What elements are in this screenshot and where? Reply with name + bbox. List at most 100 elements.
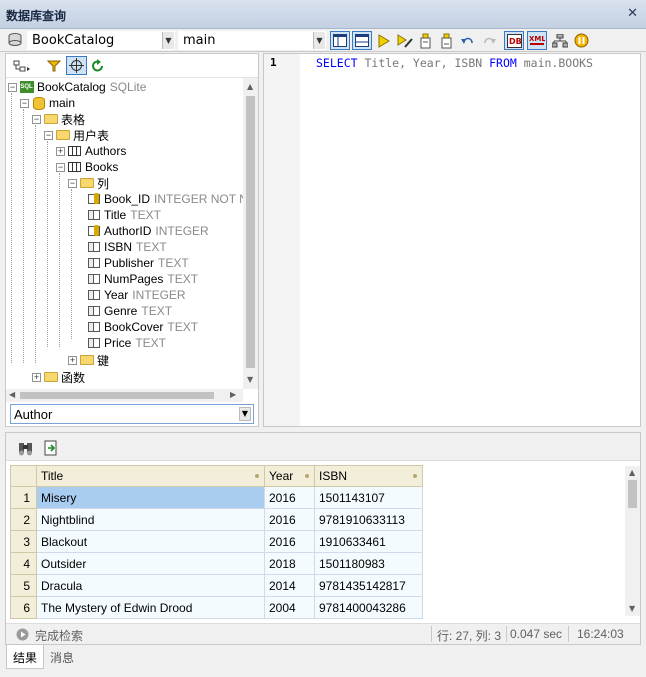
tree-node-schema[interactable]: − main	[20, 95, 75, 111]
column-header-title[interactable]: Title	[36, 465, 265, 487]
find-icon[interactable]	[18, 440, 34, 456]
tree-node-column[interactable]: Title TEXT	[86, 207, 161, 223]
schema-select[interactable]: main ▼	[178, 31, 326, 50]
results-vertical-scrollbar[interactable]: ▲ ▼	[625, 466, 640, 616]
cell-title[interactable]: Outsider	[36, 552, 265, 575]
cell-title[interactable]: Dracula	[36, 574, 265, 597]
tree-node-column[interactable]: Year INTEGER	[86, 287, 186, 303]
cell-year[interactable]: 2014	[264, 574, 315, 597]
insert-script-button[interactable]	[437, 31, 457, 50]
tree-node-functions[interactable]: + 函数	[32, 369, 85, 385]
locate-icon[interactable]	[66, 56, 87, 75]
tree-horizontal-scrollbar[interactable]: ◀ ▶	[6, 389, 243, 402]
cell-year[interactable]: 2018	[264, 552, 315, 575]
insert-statement-button[interactable]	[416, 31, 436, 50]
sort-indicator-icon[interactable]	[255, 474, 259, 478]
toggle-browser-button[interactable]	[330, 31, 350, 50]
tab-results[interactable]: 结果	[6, 645, 45, 669]
cell-year[interactable]: 2016	[264, 508, 315, 531]
tree-node-column[interactable]: AuthorID INTEGER	[86, 223, 209, 239]
tree-node-column[interactable]: ISBN TEXT	[86, 239, 167, 255]
stop-button[interactable]	[571, 31, 591, 50]
tree-vertical-scrollbar[interactable]: ▲ ▼	[243, 78, 258, 389]
collapse-icon[interactable]: −	[68, 178, 77, 188]
execute-edit-button[interactable]	[395, 31, 415, 50]
cell-year[interactable]: 2016	[264, 530, 315, 553]
table-row[interactable]: 2 Nightblind 2016 9781910633113	[10, 508, 423, 531]
network-button[interactable]	[550, 31, 570, 50]
scroll-down-icon[interactable]: ▼	[247, 375, 253, 384]
chevron-down-icon[interactable]: ▼	[313, 32, 325, 49]
cell-isbn[interactable]: 9781435142817	[314, 574, 423, 597]
scroll-left-icon[interactable]: ◀	[9, 390, 15, 399]
tree-node-columns[interactable]: − 列	[68, 175, 109, 191]
tree-node-tables[interactable]: − 表格	[32, 111, 85, 127]
chevron-down-icon[interactable]: ▼	[162, 32, 174, 49]
undo-button[interactable]	[458, 31, 478, 50]
tree-node-column[interactable]: BookCover TEXT	[86, 319, 198, 335]
expand-icon[interactable]: +	[32, 372, 41, 382]
export-icon[interactable]	[43, 440, 59, 456]
refresh-icon[interactable]	[91, 59, 105, 73]
cell-isbn[interactable]: 1501180983	[314, 552, 423, 575]
table-row[interactable]: 4 Outsider 2018 1501180983	[10, 552, 423, 575]
execute-button[interactable]	[374, 31, 394, 50]
redo-button[interactable]	[479, 31, 499, 50]
sort-indicator-icon[interactable]	[305, 474, 309, 478]
table-row[interactable]: 3 Blackout 2016 1910633461	[10, 530, 423, 553]
database-explain-button[interactable]: DB	[504, 31, 524, 50]
object-filter-select[interactable]: Author ▼	[10, 404, 254, 424]
scroll-up-icon[interactable]: ▲	[247, 82, 253, 91]
column-header-year[interactable]: Year	[264, 465, 315, 487]
scroll-down-icon[interactable]: ▼	[629, 604, 635, 613]
scroll-right-icon[interactable]: ▶	[230, 390, 236, 399]
table-row[interactable]: 1 Misery 2016 1501143107	[10, 486, 423, 509]
tree-node-datasource[interactable]: − SQL BookCatalog SQLite	[8, 79, 146, 95]
scrollbar-thumb[interactable]	[246, 96, 255, 368]
collapse-icon[interactable]: −	[32, 114, 41, 124]
tree-node-table-books[interactable]: − Books	[56, 159, 118, 175]
column-icon	[86, 337, 101, 349]
datasource-select[interactable]: BookCatalog ▼	[27, 31, 175, 50]
scrollbar-thumb[interactable]	[628, 480, 637, 508]
chevron-down-icon[interactable]: ▼	[239, 407, 251, 421]
tree-node-user-tables[interactable]: − 用户表	[44, 127, 109, 143]
tree-node-keys[interactable]: + 键	[68, 352, 109, 368]
collapse-icon[interactable]: −	[8, 82, 17, 92]
cell-year[interactable]: 2004	[264, 596, 315, 619]
column-header-isbn[interactable]: ISBN	[314, 465, 423, 487]
cell-title[interactable]: Misery	[36, 486, 265, 509]
cell-isbn[interactable]: 1501143107	[314, 486, 423, 509]
tree-node-column[interactable]: Book_ID INTEGER NOT NULL	[86, 191, 243, 207]
tree-node-table-authors[interactable]: + Authors	[56, 143, 126, 159]
tree-node-column[interactable]: NumPages TEXT	[86, 271, 198, 287]
cell-isbn[interactable]: 9781400043286	[314, 596, 423, 619]
cell-year[interactable]: 2016	[264, 486, 315, 509]
table-row[interactable]: 5 Dracula 2014 9781435142817	[10, 574, 423, 597]
filter-icon[interactable]	[46, 59, 62, 73]
sort-indicator-icon[interactable]	[413, 474, 417, 478]
scroll-up-icon[interactable]: ▲	[629, 468, 635, 477]
close-icon[interactable]: ✕	[627, 6, 638, 21]
toggle-results-button[interactable]	[352, 31, 372, 50]
collapse-icon[interactable]: −	[20, 98, 29, 108]
table-row[interactable]: 6 The Mystery of Edwin Drood 2004 978140…	[10, 596, 423, 619]
tree-node-column[interactable]: Genre TEXT	[86, 303, 172, 319]
cell-title[interactable]: The Mystery of Edwin Drood	[36, 596, 265, 619]
cell-isbn[interactable]: 1910633461	[314, 530, 423, 553]
cell-title[interactable]: Nightblind	[36, 508, 265, 531]
tree-node-column[interactable]: Price TEXT	[86, 335, 166, 351]
tab-messages[interactable]: 消息	[44, 645, 80, 669]
xml-button[interactable]: XML	[527, 31, 547, 50]
sql-editor[interactable]: 1 SELECT Title, Year, ISBN FROM main.BOO…	[263, 53, 641, 427]
collapse-icon[interactable]: −	[56, 162, 65, 172]
collapse-icon[interactable]: −	[44, 130, 53, 140]
expand-icon[interactable]: +	[56, 146, 65, 156]
cell-isbn[interactable]: 9781910633113	[314, 508, 423, 531]
add-folder-icon[interactable]	[13, 59, 30, 73]
scrollbar-thumb[interactable]	[20, 392, 214, 399]
expand-icon[interactable]: +	[68, 355, 77, 365]
tree-node-column[interactable]: Publisher TEXT	[86, 255, 189, 271]
sql-code-line[interactable]: SELECT Title, Year, ISBN FROM main.BOOKS	[316, 56, 593, 70]
cell-title[interactable]: Blackout	[36, 530, 265, 553]
